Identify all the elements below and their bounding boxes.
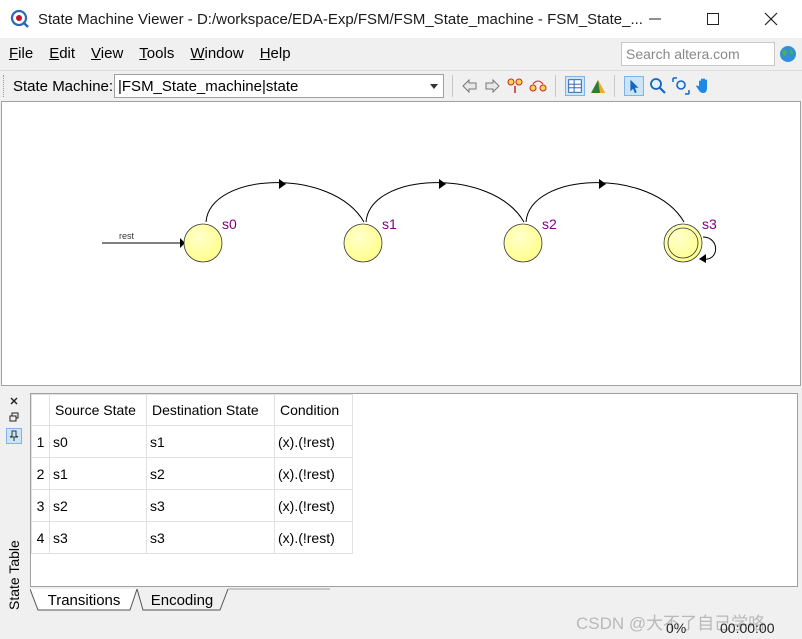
state-table-panel: Source State Destination State Condition… <box>30 393 798 587</box>
state-machine-select[interactable]: |FSM_State_machine|state <box>114 74 444 98</box>
select-pointer-icon[interactable] <box>624 76 644 96</box>
toolbar: State Machine: |FSM_State_machine|state <box>0 70 802 100</box>
menu-window[interactable]: Window <box>183 45 250 62</box>
transition-icon[interactable] <box>528 76 548 96</box>
transition-arrow-head <box>279 179 286 189</box>
condition-cell: (x).(!rest) <box>274 489 353 522</box>
row-number: 4 <box>31 521 50 554</box>
state-icon[interactable] <box>505 76 525 96</box>
table-row[interactable]: 1 s0 s1 (x).(!rest) <box>31 425 353 458</box>
close-icon[interactable] <box>9 396 19 406</box>
toolbar-separator <box>555 75 556 97</box>
menu-view[interactable]: View <box>84 45 130 62</box>
state-s0[interactable] <box>183 223 223 263</box>
close-button[interactable] <box>742 0 800 38</box>
condition-cell: (x).(!rest) <box>274 425 353 458</box>
window-title: State Machine Viewer - D:/workspace/EDA-… <box>38 10 643 28</box>
tab-encoding[interactable]: Encoding <box>143 588 221 612</box>
destination-state-cell: s3 <box>146 489 275 522</box>
hand-pan-icon[interactable] <box>694 76 714 96</box>
quartus-app-icon <box>10 9 29 28</box>
transition-arrow-head <box>599 179 606 189</box>
status-time: 00:00:00 <box>720 620 775 636</box>
column-header-source[interactable]: Source State <box>49 394 147 426</box>
source-state-cell: s2 <box>49 489 147 522</box>
toolbar-separator <box>614 75 615 97</box>
source-state-cell: s3 <box>49 521 147 554</box>
row-number-header <box>31 394 50 426</box>
column-header-condition[interactable]: Condition <box>274 394 353 426</box>
column-header-destination[interactable]: Destination State <box>146 394 275 426</box>
row-number: 3 <box>31 489 50 522</box>
destination-state-cell: s1 <box>146 425 275 458</box>
table-view-icon[interactable] <box>565 76 585 96</box>
highlight-icon[interactable] <box>588 76 608 96</box>
status-progress: 0% <box>666 620 687 636</box>
state-machine-value: |FSM_State_machine|state <box>118 78 299 95</box>
pin-icon[interactable] <box>6 428 22 444</box>
minimize-icon <box>649 18 661 20</box>
state-label-s3: s3 <box>702 216 717 232</box>
menu-file[interactable]: File <box>2 45 40 62</box>
row-number: 1 <box>31 425 50 458</box>
fit-window-icon[interactable] <box>671 76 691 96</box>
destination-state-cell: s3 <box>146 521 275 554</box>
menu-tools[interactable]: Tools <box>132 45 181 62</box>
table-row[interactable]: 3 s2 s3 (x).(!rest) <box>31 489 353 522</box>
globe-icon[interactable] <box>779 45 797 63</box>
transition-arrow-head <box>699 254 706 263</box>
toolbar-grip[interactable] <box>3 75 6 97</box>
table-row[interactable]: 4 s3 s3 (x).(!rest) <box>31 521 353 554</box>
condition-cell: (x).(!rest) <box>274 521 353 554</box>
tab-transitions[interactable]: Transitions <box>38 588 130 612</box>
maximize-button[interactable] <box>684 0 742 38</box>
minimize-button[interactable] <box>626 0 684 38</box>
transition-arrow-head <box>439 179 446 189</box>
maximize-icon <box>707 13 719 25</box>
title-bar: State Machine Viewer - D:/workspace/EDA-… <box>0 0 802 38</box>
state-s3[interactable] <box>663 223 703 263</box>
state-diagram: rest s0 s1 s2 s3 <box>102 179 717 263</box>
table-header-row: Source State Destination State Condition <box>31 394 353 426</box>
restore-icon[interactable] <box>9 412 19 422</box>
state-s2[interactable] <box>503 223 543 263</box>
menu-edit[interactable]: Edit <box>42 45 82 62</box>
source-state-cell: s0 <box>49 425 147 458</box>
chevron-down-icon <box>430 84 438 89</box>
state-s1[interactable] <box>343 223 383 263</box>
search-input[interactable]: Search altera.com <box>621 42 775 66</box>
table-row[interactable]: 2 s1 s2 (x).(!rest) <box>31 457 353 490</box>
state-label-s0: s0 <box>222 216 237 232</box>
state-machine-label: State Machine: <box>13 78 114 95</box>
forward-arrow-icon[interactable] <box>482 76 502 96</box>
zoom-icon[interactable] <box>648 76 668 96</box>
condition-cell: (x).(!rest) <box>274 457 353 490</box>
bottom-tab-bar: Transitions Encoding <box>30 588 330 612</box>
destination-state-cell: s2 <box>146 457 275 490</box>
state-diagram-canvas[interactable]: rest s0 s1 s2 s3 <box>1 101 801 386</box>
source-state-cell: s1 <box>49 457 147 490</box>
toolbar-separator <box>452 75 453 97</box>
state-table-panel-title: State Table <box>6 540 22 610</box>
menu-help[interactable]: Help <box>253 45 298 62</box>
back-arrow-icon[interactable] <box>460 76 480 96</box>
state-label-s2: s2 <box>542 216 557 232</box>
state-table: Source State Destination State Condition… <box>31 394 353 554</box>
state-label-s1: s1 <box>382 216 397 232</box>
reset-label: rest <box>119 231 135 241</box>
close-icon <box>764 12 778 26</box>
row-number: 2 <box>31 457 50 490</box>
